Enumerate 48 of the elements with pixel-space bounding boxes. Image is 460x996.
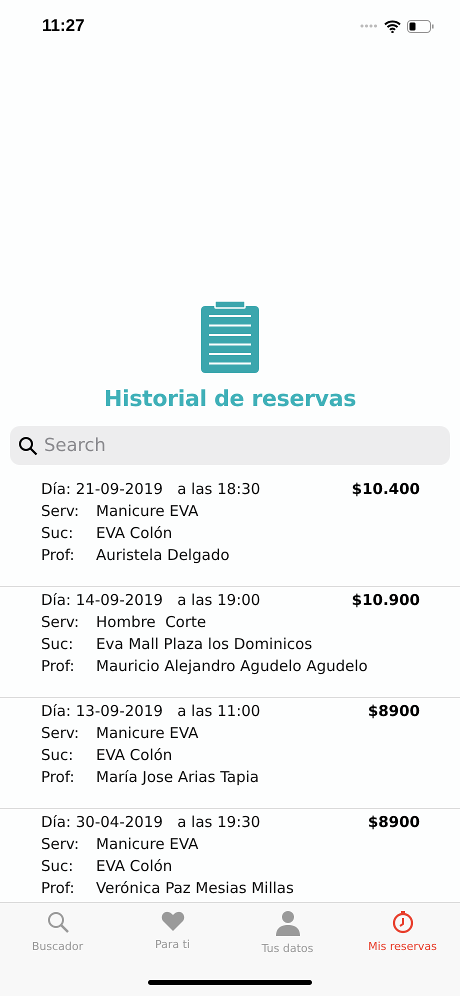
tab-bar-item[interactable]: Mis reservas bbox=[345, 903, 460, 955]
status-time: 11:27 bbox=[42, 16, 85, 36]
heart-icon bbox=[160, 910, 184, 932]
field-value: Verónica Paz Mesias Millas bbox=[96, 879, 294, 897]
clock-icon bbox=[390, 910, 414, 934]
field-value: Eva Mall Plaza los Dominicos bbox=[96, 635, 312, 653]
field-value: Hombre Corte bbox=[96, 613, 206, 631]
reservation-row[interactable]: Día: 14-09-2019 a las 19:00 $10.900 Serv: Hombre Corte Suc: Eva Mall Plaza los Dominicos Prof: Mauricio Alejandro Agudelo Agudelo bbox=[0, 587, 460, 698]
field-value: Manicure EVA bbox=[96, 724, 198, 742]
signal-icon bbox=[360, 24, 378, 28]
field-value: EVA Colón bbox=[96, 524, 172, 542]
field-label: Prof: bbox=[41, 546, 76, 564]
field-label: Prof: bbox=[41, 657, 76, 675]
reservation-row[interactable]: Día: 21-09-2019 a las 18:30 $10.400 Serv: Manicure EVA Suc: EVA Colón Prof: Auristela Delgado bbox=[0, 476, 460, 587]
field-label: Suc: bbox=[41, 524, 74, 542]
field-value: Auristela Delgado bbox=[96, 546, 230, 564]
price-text: $10.900 bbox=[352, 591, 420, 609]
field-value: EVA Colón bbox=[96, 857, 172, 875]
date-text: Día: 14-09-2019 a las 19:00 bbox=[41, 591, 260, 609]
search-field[interactable]: Search bbox=[10, 426, 450, 465]
page-title: Historial de reservas bbox=[104, 387, 356, 412]
field-value: Mauricio Alejandro Agudelo Agudelo bbox=[96, 657, 368, 675]
price-text: $8900 bbox=[368, 702, 420, 720]
field-label: Serv: bbox=[41, 835, 80, 853]
field-label: Serv: bbox=[41, 502, 80, 520]
field-label: Prof: bbox=[41, 879, 76, 897]
person-icon bbox=[274, 910, 300, 936]
field-value: María Jose Arias Tapia bbox=[96, 768, 259, 786]
field-label: Suc: bbox=[41, 857, 74, 875]
price-text: $8900 bbox=[368, 813, 420, 831]
date-text: Día: 13-09-2019 a las 11:00 bbox=[41, 702, 260, 720]
reservation-row[interactable]: Día: 13-09-2019 a las 11:00 $8900 Serv: Manicure EVA Suc: EVA Colón Prof: María Jose Arias Tapia bbox=[0, 698, 460, 809]
field-label: Serv: bbox=[41, 613, 80, 631]
field-value: EVA Colón bbox=[96, 746, 172, 764]
date-text: Día: 21-09-2019 a las 18:30 bbox=[41, 480, 260, 498]
date-text: Día: 30-04-2019 a las 19:30 bbox=[41, 813, 260, 831]
field-label: Suc: bbox=[41, 635, 74, 653]
field-label: Serv: bbox=[41, 724, 80, 742]
clipboard-icon bbox=[201, 301, 259, 373]
field-label: Suc: bbox=[41, 746, 74, 764]
price-text: $10.400 bbox=[352, 480, 420, 498]
field-value: Manicure EVA bbox=[96, 502, 198, 520]
field-value: Manicure EVA bbox=[96, 835, 198, 853]
field-label: Prof: bbox=[41, 768, 76, 786]
wifi-icon bbox=[384, 20, 401, 32]
search-icon bbox=[18, 436, 38, 456]
battery-icon bbox=[407, 20, 434, 32]
search-icon bbox=[46, 910, 70, 934]
